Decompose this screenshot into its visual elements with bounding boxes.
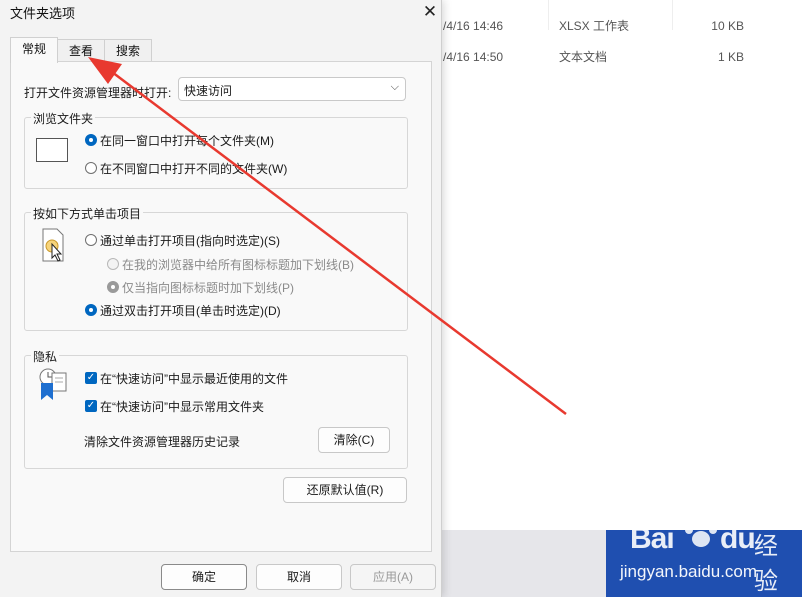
annotation-arrow-line [111,71,567,415]
tab-general[interactable]: 常规 [10,37,58,63]
annotation-arrowhead [88,57,122,84]
annotation-arrow [88,57,567,415]
